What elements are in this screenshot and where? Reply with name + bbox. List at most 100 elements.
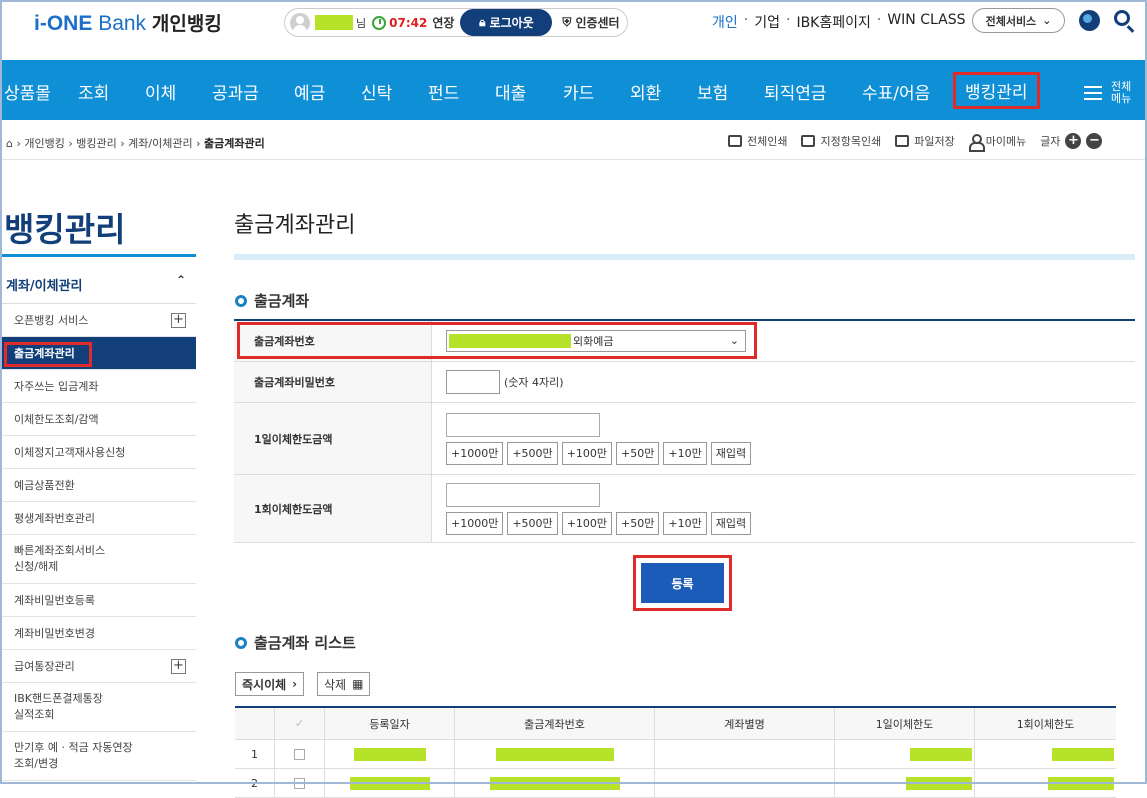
nav-item-banking-mgmt[interactable]: 뱅킹관리 — [953, 72, 1040, 109]
home-icon[interactable]: ⌂ — [6, 137, 13, 150]
add-1m-button[interactable]: +100만 — [561, 511, 613, 535]
nav-item-transfer[interactable]: 이체 — [145, 79, 176, 104]
row-checkbox[interactable] — [294, 777, 305, 789]
sidebar-item-label: 이체정지고객재사용신청 — [14, 446, 126, 459]
form-row-password: 출금계좌비밀번호 (숫자 4자리) — [234, 362, 1135, 403]
cert-center-button[interactable]: ⛨ 인증센터 — [562, 14, 619, 31]
register-button[interactable]: 등록 — [641, 563, 724, 603]
col-header-account: 출금계좌번호 — [455, 708, 655, 739]
nav-item-pension[interactable]: 퇴직연금 — [764, 79, 827, 104]
nav-item-product-mall[interactable]: 상품몰 — [4, 79, 51, 104]
instant-transfer-button[interactable]: 즉시이체 › — [235, 672, 305, 696]
globe-icon[interactable] — [1079, 10, 1100, 31]
print-selected-button[interactable]: 지정항목인쇄 — [801, 133, 881, 149]
sidebar-item-open-banking[interactable]: 오픈뱅킹 서비스 + — [0, 304, 196, 337]
link-personal[interactable]: 개인 — [712, 12, 738, 32]
sidebar-item-password-register[interactable]: 계좌비밀번호등록 — [0, 584, 196, 617]
row-nickname — [655, 740, 835, 768]
user-session-box: 님 07:42 연장 🔒︎ 로그아웃 ⛨ 인증센터 — [284, 8, 628, 37]
col-header-date: 등록일자 — [325, 708, 455, 739]
row-checkbox-cell — [275, 740, 325, 768]
top-header: i-ONE Bank 개인뱅킹 님 07:42 연장 🔒︎ 로그아웃 ⛨ 인증센… — [0, 0, 1147, 60]
logo-bank: Bank — [98, 12, 147, 35]
chevron-down-icon: ⌄ — [1042, 14, 1052, 27]
zoom-in-icon[interactable]: + — [1065, 133, 1082, 149]
crumb-banking-mgmt[interactable]: 뱅킹관리 — [76, 137, 116, 150]
font-size-label: 글자 — [1040, 135, 1061, 148]
add-100k-button[interactable]: +10만 — [663, 441, 707, 465]
reset-button[interactable]: 재입력 — [710, 511, 752, 535]
logo-brand: i-ONE — [34, 12, 93, 35]
reset-button[interactable]: 재입력 — [710, 441, 752, 465]
add-500k-button[interactable]: +50만 — [616, 511, 660, 535]
nav-item-inquiry[interactable]: 조회 — [78, 79, 109, 104]
crumb-personal[interactable]: 개인뱅킹 — [24, 137, 64, 150]
plus-icon[interactable]: + — [171, 312, 186, 328]
add-5m-button[interactable]: +500만 — [507, 511, 558, 535]
add-5m-button[interactable]: +500만 — [507, 441, 558, 465]
sidebar-item-label: 급여통장관리 — [14, 660, 75, 673]
sidebar-item-quick-inquiry[interactable]: 빠른계좌조회서비스 신청/해제 — [0, 535, 196, 584]
sidebar-item-reactivation[interactable]: 이체정지고객재사용신청 — [0, 436, 196, 469]
single-limit-input[interactable] — [446, 482, 600, 507]
link-ibk-home[interactable]: IBK홈페이지 — [796, 12, 870, 32]
sidebar-item-product-conversion[interactable]: 예금상품전환 — [0, 469, 196, 502]
col-header-daily-limit: 1일이체한도 — [835, 708, 975, 739]
add-100k-button[interactable]: +10만 — [663, 511, 707, 535]
bank-logo[interactable]: i-ONE Bank 개인뱅킹 — [34, 9, 222, 36]
sidebar-item-lifetime-account[interactable]: 평생계좌번호관리 — [0, 502, 196, 535]
nav-item-check[interactable]: 수표/어음 — [862, 79, 930, 104]
search-icon[interactable] — [1114, 10, 1130, 26]
my-menu-button[interactable]: 마이메뉴 — [968, 133, 1026, 152]
plus-icon[interactable]: + — [171, 658, 186, 674]
nav-item-insurance[interactable]: 보험 — [697, 79, 728, 104]
top-links: 개인 · 기업 · IBK홈페이지 · WIN CLASS — [712, 12, 971, 32]
sidebar-item-frequent-deposit[interactable]: 자주쓰는 입금계좌 — [0, 370, 196, 403]
row-index: 1 — [235, 740, 275, 768]
daily-limit-input[interactable] — [446, 412, 600, 437]
print-all-button[interactable]: 전체인쇄 — [728, 133, 787, 149]
sidebar-item-phone-payment[interactable]: IBK핸드폰결제통장 실적조회 — [0, 683, 196, 732]
col-header-check[interactable]: ✓ — [275, 708, 325, 739]
save-file-button[interactable]: 파일저장 — [895, 133, 955, 149]
row-checkbox[interactable] — [294, 748, 305, 760]
all-services-dropdown[interactable]: 전체서비스 ⌄ — [972, 8, 1065, 33]
sidebar-item-salary-account[interactable]: 급여통장관리 + — [0, 650, 196, 683]
sidebar-item-label: 계좌비밀번호등록 — [14, 594, 95, 607]
page-title: 출금계좌관리 — [234, 213, 356, 238]
logout-label: 로그아웃 — [489, 16, 534, 30]
link-corporate[interactable]: 기업 — [754, 12, 780, 32]
printer-icon — [728, 135, 742, 147]
logout-button[interactable]: 🔒︎ 로그아웃 — [460, 9, 553, 36]
nav-item-deposit[interactable]: 예금 — [294, 79, 325, 104]
password-input[interactable] — [446, 370, 500, 394]
sidebar-section-account-transfer[interactable]: 계좌/이체관리 ⌃ — [0, 257, 196, 304]
user-icon — [968, 134, 985, 152]
add-10m-button[interactable]: +1000만 — [446, 441, 504, 465]
delete-button[interactable]: 삭제 ▦ — [317, 672, 371, 696]
extend-session-button[interactable]: 연장 — [432, 14, 454, 31]
crumb-account-transfer[interactable]: 계좌/이체관리 — [128, 137, 192, 150]
nav-item-loan[interactable]: 대출 — [495, 79, 526, 104]
add-10m-button[interactable]: +1000만 — [446, 511, 504, 535]
all-menu-label[interactable]: 전체 메뉴 — [1111, 81, 1137, 105]
sidebar-item-auto-renewal[interactable]: 만기후 예 · 적금 자동연장 조회/변경 — [0, 732, 196, 781]
nav-item-fund[interactable]: 펀드 — [428, 79, 459, 104]
col-header-single-limit: 1회이체한도 — [1016, 717, 1075, 731]
masked-single-limit — [1052, 747, 1114, 761]
link-win-class[interactable]: WIN CLASS — [887, 12, 965, 32]
bullet-icon — [235, 636, 247, 649]
single-limit-buttons: +1000만 +500만 +100만 +50만 +10만 재입력 — [446, 511, 1135, 535]
col-header-index — [235, 708, 275, 739]
breadcrumb-bar: ⌂ › 개인뱅킹 › 뱅킹관리 › 계좌/이체관리 › 출금계좌관리 전체인쇄 … — [0, 120, 1147, 160]
sidebar-item-transfer-limit[interactable]: 이체한도조회/감액 — [0, 403, 196, 436]
nav-item-utility[interactable]: 공과금 — [212, 79, 259, 104]
sidebar-item-password-change[interactable]: 계좌비밀번호변경 — [0, 617, 196, 650]
zoom-out-icon[interactable]: − — [1086, 133, 1103, 149]
add-500k-button[interactable]: +50만 — [616, 441, 660, 465]
nav-item-card[interactable]: 카드 — [563, 79, 594, 104]
nav-item-forex[interactable]: 외환 — [630, 79, 661, 104]
hamburger-icon[interactable] — [1084, 86, 1102, 100]
add-1m-button[interactable]: +100만 — [561, 441, 613, 465]
nav-item-trust[interactable]: 신탁 — [361, 79, 392, 104]
